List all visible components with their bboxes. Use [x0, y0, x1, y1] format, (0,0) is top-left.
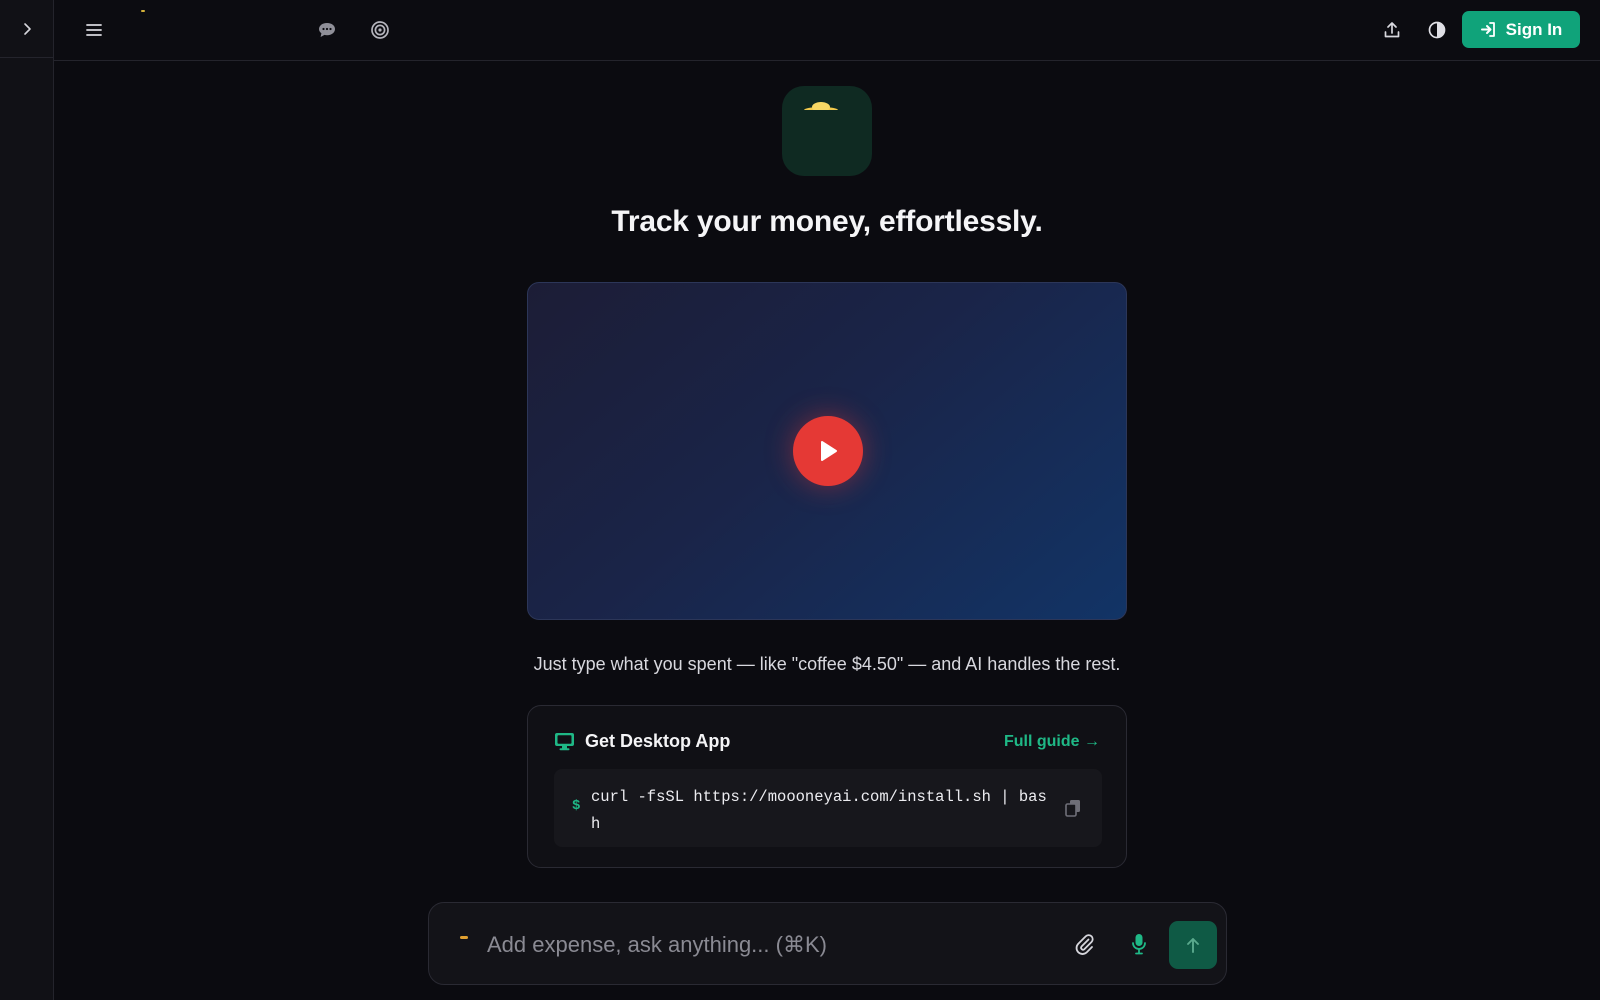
hamburger-icon — [86, 24, 102, 36]
microphone-button[interactable] — [1126, 931, 1152, 957]
chat-bubble-icon — [319, 23, 335, 37]
send-button[interactable] — [1169, 921, 1217, 969]
sidebar-expand-button[interactable] — [12, 14, 42, 44]
card-title: Get Desktop App — [554, 731, 730, 752]
play-icon — [821, 441, 837, 461]
logo-mark — [141, 10, 145, 12]
paperclip-icon — [1075, 934, 1094, 955]
copy-button[interactable] — [1062, 797, 1084, 819]
page-headline: Track your money, effortlessly. — [611, 205, 1043, 238]
left-rail — [0, 0, 54, 1000]
install-command[interactable]: curl -fsSL https://moooneyai.com/install… — [591, 784, 1053, 838]
composer — [428, 902, 1227, 985]
top-bar: Sign In — [54, 0, 1600, 61]
shell-prompt: $ — [572, 798, 581, 814]
app-logo — [782, 86, 872, 176]
microphone-icon — [1132, 934, 1146, 955]
share-button[interactable] — [1376, 14, 1408, 46]
monitor-icon — [555, 733, 574, 751]
sign-in-icon — [1480, 22, 1495, 37]
install-command-box: $ curl -fsSL https://moooneyai.com/insta… — [554, 769, 1102, 847]
composer-logo — [460, 936, 468, 939]
theme-toggle-button[interactable] — [1421, 14, 1453, 46]
goals-button[interactable] — [364, 14, 396, 46]
chevron-right-icon — [23, 22, 31, 35]
expense-input[interactable] — [487, 925, 1027, 965]
contrast-icon — [1428, 21, 1446, 39]
intro-video[interactable] — [527, 282, 1127, 620]
arrow-up-icon — [1187, 938, 1199, 953]
sign-in-button[interactable]: Sign In — [1462, 11, 1580, 48]
sign-in-label: Sign In — [1505, 19, 1563, 39]
rail-header — [0, 0, 53, 58]
copy-icon — [1065, 800, 1080, 817]
menu-button[interactable] — [78, 14, 110, 46]
chat-button[interactable] — [311, 14, 343, 46]
play-button[interactable] — [793, 416, 863, 486]
upload-icon — [1384, 22, 1400, 38]
attach-button[interactable] — [1071, 931, 1097, 957]
hero-tagline: Just type what you spent — like "coffee … — [533, 654, 1121, 674]
desktop-app-card: Get Desktop App Full guide → $ curl -fsS… — [527, 705, 1127, 868]
target-icon — [371, 21, 389, 39]
coin-icon — [803, 102, 839, 111]
card-title-text: Get Desktop App — [585, 731, 731, 751]
full-guide-link[interactable]: Full guide → — [1004, 733, 1100, 751]
